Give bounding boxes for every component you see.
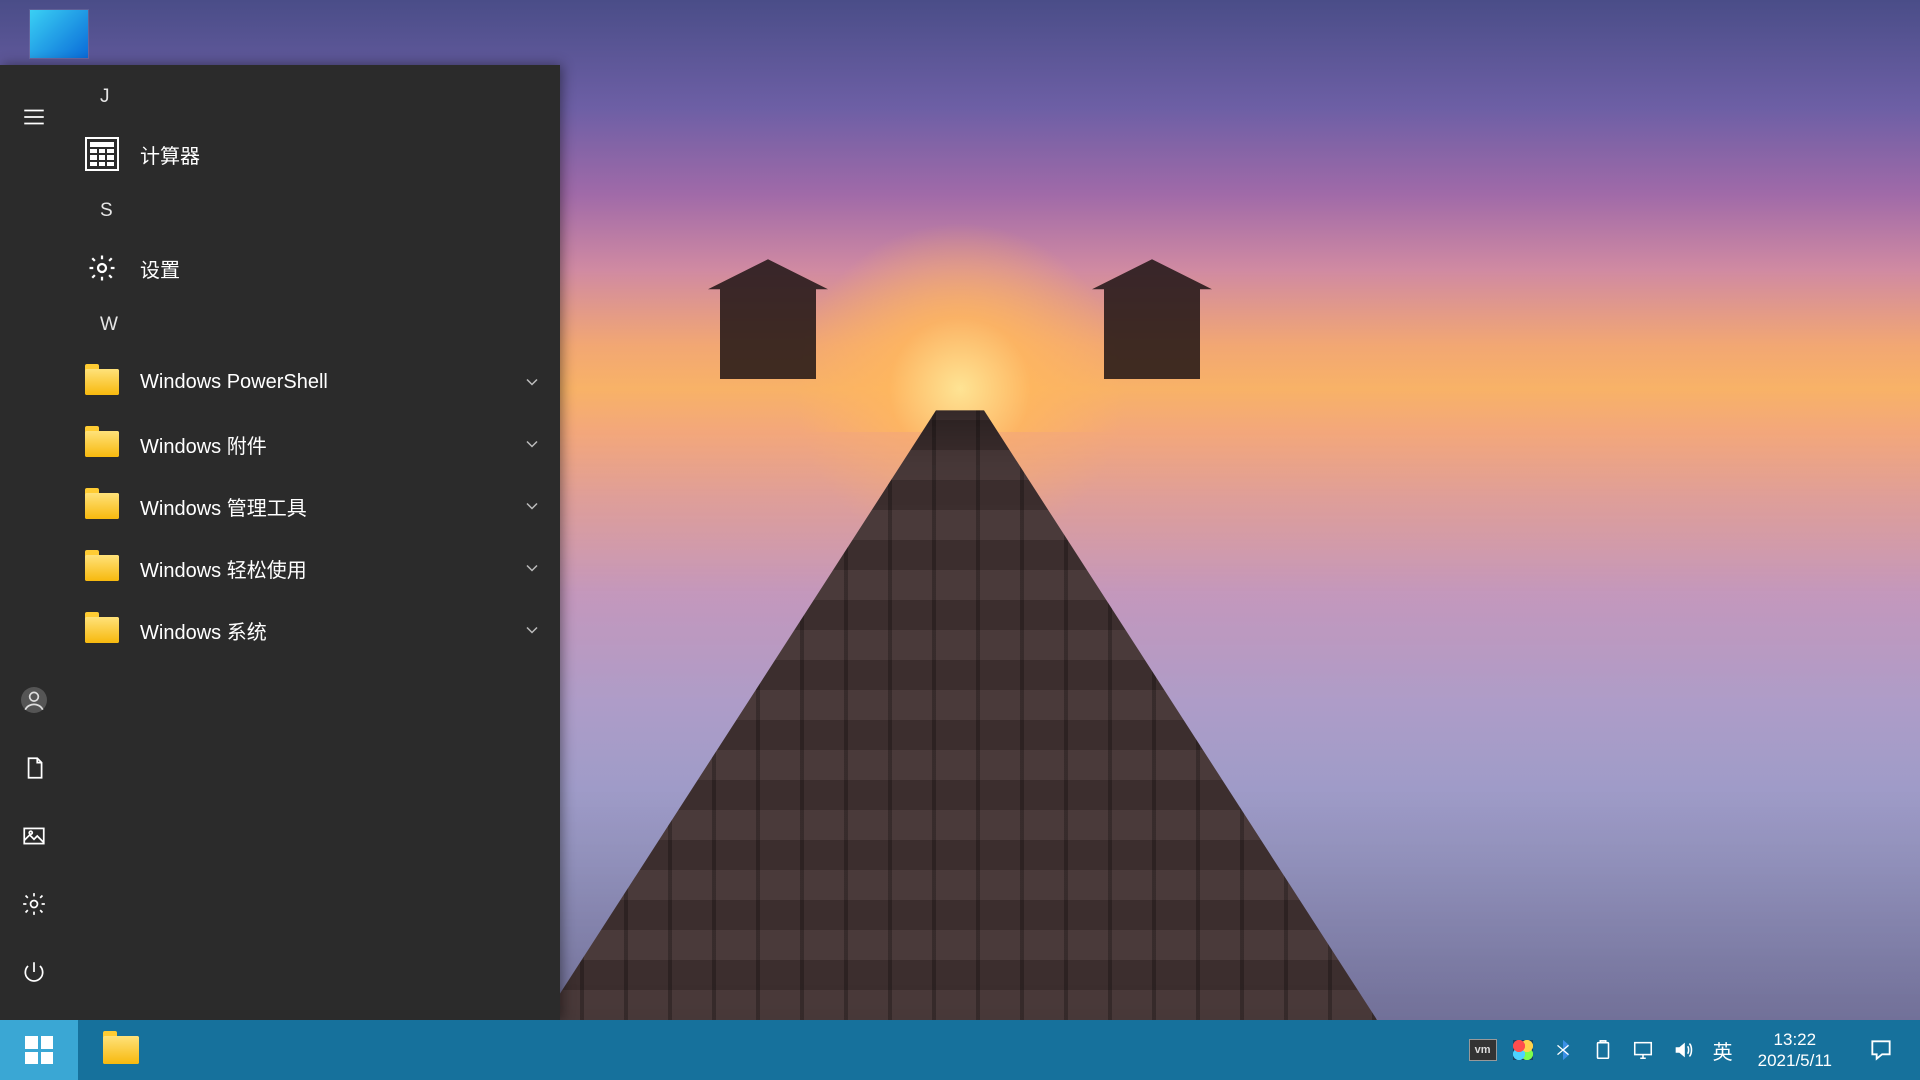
tray-battery-icon[interactable] — [1584, 1020, 1622, 1080]
chevron-down-icon — [522, 496, 542, 516]
folder-icon — [82, 548, 122, 588]
network-icon — [1632, 1039, 1654, 1061]
start-button[interactable] — [0, 1020, 78, 1080]
tray-app-icon[interactable] — [1504, 1020, 1542, 1080]
tray-vm-icon[interactable]: vm — [1464, 1020, 1502, 1080]
wallpaper-pavilion-right — [1092, 259, 1212, 379]
tray-clock[interactable]: 13:22 2021/5/11 — [1744, 1029, 1846, 1072]
folder-icon — [82, 610, 122, 650]
start-app-list[interactable]: J 计算器 S 设置 W Windows PowerShell Windows … — [68, 65, 560, 1020]
tray-bluetooth-icon[interactable] — [1544, 1020, 1582, 1080]
gear-icon — [21, 891, 47, 917]
tray-date: 2021/5/11 — [1758, 1050, 1832, 1071]
app-label: 设置 — [140, 254, 542, 283]
notification-icon — [1868, 1037, 1894, 1063]
chevron-down-icon — [522, 434, 542, 454]
app-folder-accessories[interactable]: Windows 附件 — [68, 413, 560, 475]
folder-icon — [82, 362, 122, 402]
vm-icon: vm — [1469, 1039, 1497, 1061]
app-label: 计算器 — [140, 140, 542, 169]
document-icon — [21, 755, 47, 781]
app-label: Windows PowerShell — [140, 371, 522, 394]
action-center-button[interactable] — [1848, 1037, 1914, 1063]
app-group-header[interactable]: J — [68, 71, 560, 123]
app-label: Windows 管理工具 — [140, 492, 522, 521]
start-power-button[interactable] — [0, 938, 68, 1006]
start-settings-button[interactable] — [0, 870, 68, 938]
chevron-down-icon — [522, 558, 542, 578]
app-folder-powershell[interactable]: Windows PowerShell — [68, 351, 560, 413]
start-user-button[interactable] — [0, 666, 68, 734]
gear-icon — [82, 248, 122, 288]
chevron-down-icon — [522, 372, 542, 392]
desktop-icon[interactable] — [30, 10, 88, 58]
windows-logo-icon — [25, 1036, 53, 1064]
wallpaper-pavilion-left — [708, 259, 828, 379]
tray-volume-icon[interactable] — [1664, 1020, 1702, 1080]
app-settings[interactable]: 设置 — [68, 237, 560, 299]
start-expand-button[interactable] — [0, 83, 68, 151]
start-documents-button[interactable] — [0, 734, 68, 802]
folder-icon — [103, 1036, 139, 1064]
taskbar: vm 英 13:22 2021/5/11 — [0, 1020, 1920, 1080]
chevron-down-icon — [522, 620, 542, 640]
app-group-header[interactable]: W — [68, 299, 560, 351]
speaker-icon — [1672, 1039, 1694, 1061]
start-menu: J 计算器 S 设置 W Windows PowerShell Windows … — [0, 65, 560, 1020]
app-folder-ease-of-access[interactable]: Windows 轻松使用 — [68, 537, 560, 599]
app-group-header[interactable]: S — [68, 185, 560, 237]
calculator-icon — [82, 134, 122, 174]
battery-icon — [1592, 1039, 1614, 1061]
taskbar-file-explorer[interactable] — [78, 1020, 164, 1080]
start-pictures-button[interactable] — [0, 802, 68, 870]
app-label: Windows 附件 — [140, 430, 522, 459]
user-icon — [21, 687, 47, 713]
tray-ime-indicator[interactable]: 英 — [1704, 1020, 1742, 1080]
app-label: Windows 系统 — [140, 616, 522, 645]
app-folder-admin-tools[interactable]: Windows 管理工具 — [68, 475, 560, 537]
tray-network-icon[interactable] — [1624, 1020, 1662, 1080]
bluetooth-icon — [1552, 1039, 1574, 1061]
colored-app-icon — [1513, 1040, 1533, 1060]
power-icon — [21, 959, 47, 985]
system-tray: vm 英 13:22 2021/5/11 — [1464, 1020, 1920, 1080]
folder-icon — [82, 424, 122, 464]
app-label: Windows 轻松使用 — [140, 554, 522, 583]
hamburger-icon — [21, 104, 47, 130]
start-rail — [0, 65, 68, 1020]
folder-icon — [82, 486, 122, 526]
app-calculator[interactable]: 计算器 — [68, 123, 560, 185]
wallpaper-pier — [959, 410, 961, 1080]
app-folder-windows-system[interactable]: Windows 系统 — [68, 599, 560, 661]
tray-time: 13:22 — [1774, 1029, 1817, 1050]
picture-icon — [21, 823, 47, 849]
